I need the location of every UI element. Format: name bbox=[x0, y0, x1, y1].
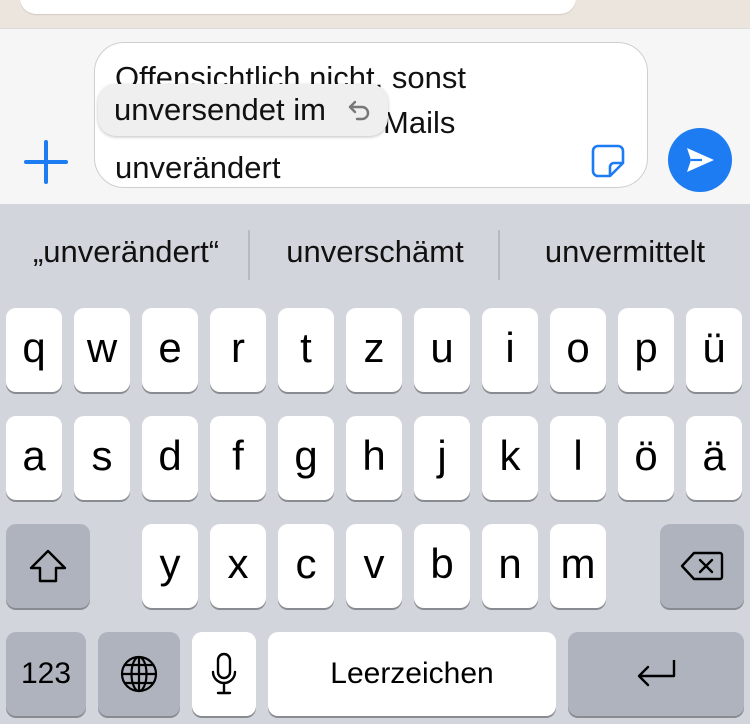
chat-area bbox=[0, 0, 750, 28]
key-q[interactable]: q bbox=[6, 308, 62, 392]
key-x[interactable]: x bbox=[210, 524, 266, 608]
sticker-icon bbox=[591, 144, 625, 178]
delete-key[interactable] bbox=[660, 524, 744, 608]
suggestion-divider bbox=[498, 230, 500, 280]
key-g[interactable]: g bbox=[278, 416, 334, 500]
key-w[interactable]: w bbox=[74, 308, 130, 392]
key-z[interactable]: z bbox=[346, 308, 402, 392]
undo-icon bbox=[348, 100, 370, 121]
undo-send-popup[interactable]: unversendet im bbox=[98, 84, 388, 136]
message-line-3: unverändert bbox=[115, 150, 281, 185]
key-t[interactable]: t bbox=[278, 308, 334, 392]
suggestion-divider bbox=[248, 230, 250, 280]
key-ue[interactable]: ü bbox=[686, 308, 742, 392]
key-i[interactable]: i bbox=[482, 308, 538, 392]
return-key[interactable] bbox=[568, 632, 744, 716]
delete-icon bbox=[680, 551, 724, 581]
suggestion-2[interactable]: unverschämt bbox=[252, 234, 498, 270]
suggestion-1[interactable]: „unverändert“ bbox=[6, 234, 246, 270]
key-n[interactable]: n bbox=[482, 524, 538, 608]
key-k[interactable]: k bbox=[482, 416, 538, 500]
key-o[interactable]: o bbox=[550, 308, 606, 392]
key-f[interactable]: f bbox=[210, 416, 266, 500]
key-c[interactable]: c bbox=[278, 524, 334, 608]
numbers-key[interactable]: 123 bbox=[6, 632, 86, 716]
key-j[interactable]: j bbox=[414, 416, 470, 500]
key-e[interactable]: e bbox=[142, 308, 198, 392]
globe-icon bbox=[120, 655, 158, 693]
key-l[interactable]: l bbox=[550, 416, 606, 500]
mic-icon bbox=[211, 652, 237, 695]
key-p[interactable]: p bbox=[618, 308, 674, 392]
globe-key[interactable] bbox=[98, 632, 180, 716]
dictation-key[interactable] bbox=[192, 632, 256, 716]
key-d[interactable]: d bbox=[142, 416, 198, 500]
send-button[interactable] bbox=[668, 128, 732, 192]
plus-icon bbox=[24, 140, 68, 184]
return-icon bbox=[637, 660, 676, 687]
predictive-bar: „unverändert“ unverschämt unvermittelt bbox=[0, 204, 750, 304]
suggestion-3[interactable]: unvermittelt bbox=[502, 234, 748, 270]
sticker-button[interactable] bbox=[590, 143, 626, 179]
send-icon bbox=[687, 148, 714, 172]
undo-send-text: unversendet im bbox=[114, 92, 326, 127]
key-v[interactable]: v bbox=[346, 524, 402, 608]
key-a[interactable]: a bbox=[6, 416, 62, 500]
shift-icon bbox=[29, 549, 67, 583]
key-m[interactable]: m bbox=[550, 524, 606, 608]
key-b[interactable]: b bbox=[414, 524, 470, 608]
space-key[interactable]: Leerzeichen bbox=[268, 632, 556, 716]
message-bubble[interactable] bbox=[20, 0, 576, 14]
message-line-2-tail: Mails bbox=[383, 105, 456, 140]
shift-key[interactable] bbox=[6, 524, 90, 608]
key-r[interactable]: r bbox=[210, 308, 266, 392]
key-s[interactable]: s bbox=[74, 416, 130, 500]
key-ae[interactable]: ä bbox=[686, 416, 742, 500]
key-u[interactable]: u bbox=[414, 308, 470, 392]
key-oe[interactable]: ö bbox=[618, 416, 674, 500]
plus-button[interactable] bbox=[22, 138, 70, 186]
key-h[interactable]: h bbox=[346, 416, 402, 500]
key-y[interactable]: y bbox=[142, 524, 198, 608]
